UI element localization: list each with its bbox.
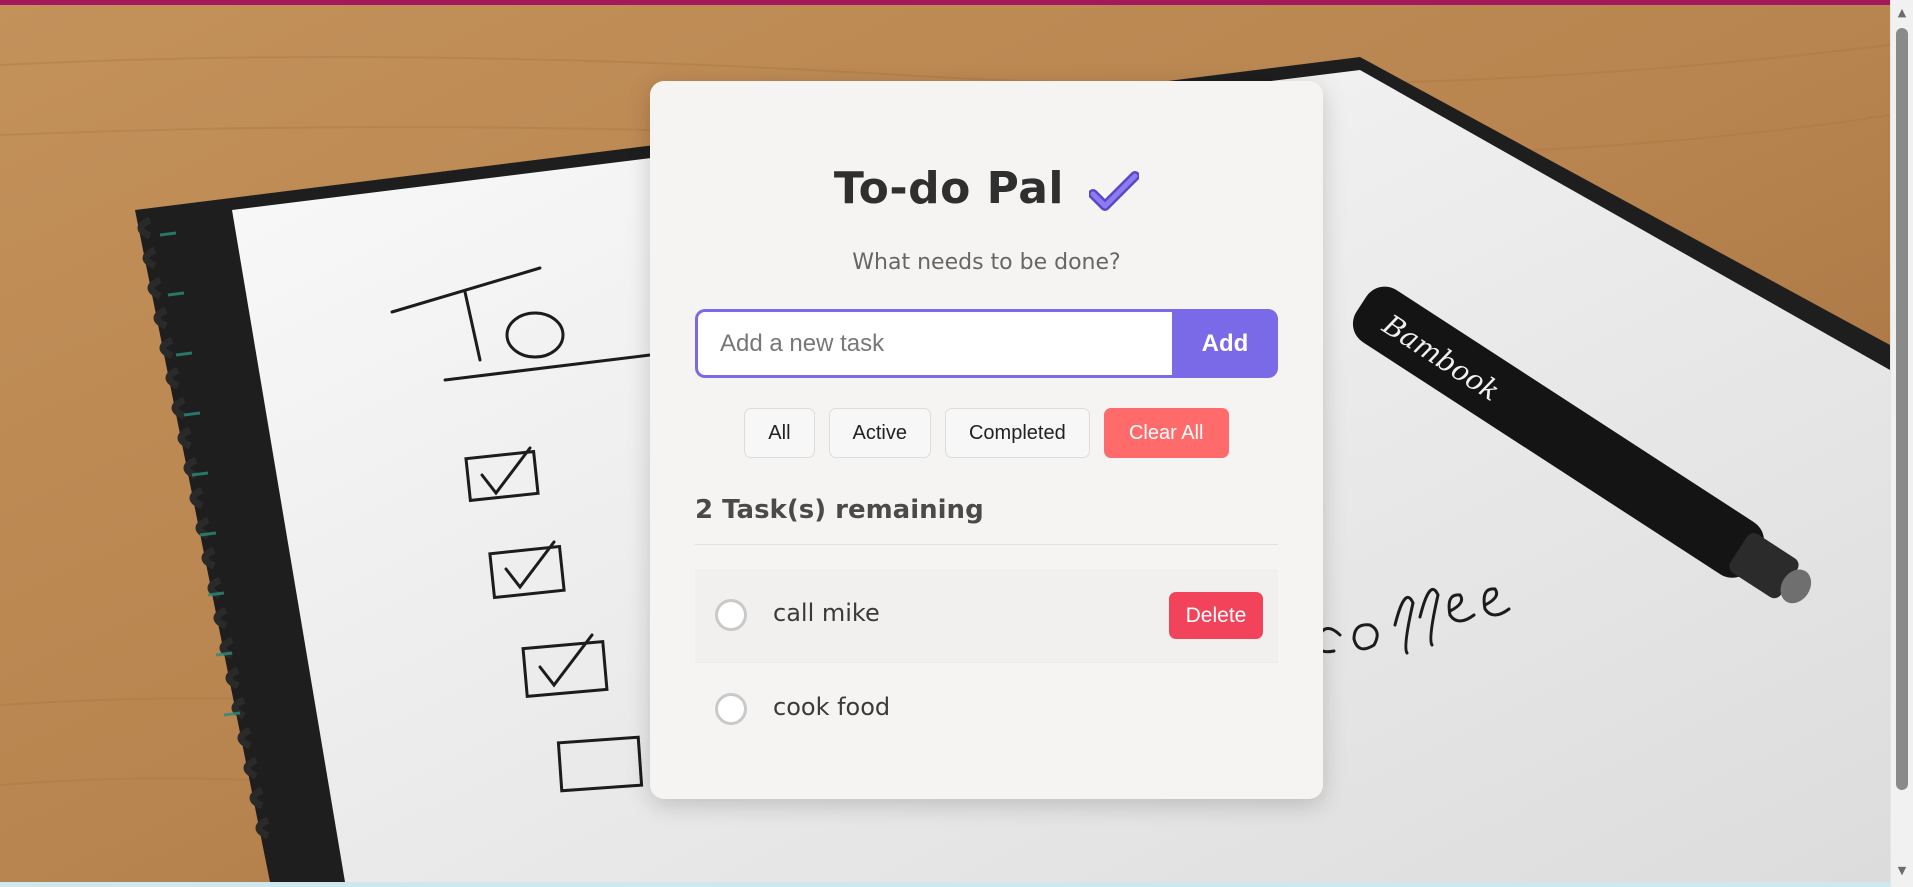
todo-card: To-do Pal What needs to be done? Add All… xyxy=(650,81,1323,799)
add-task-form: Add xyxy=(695,309,1278,378)
task-complete-toggle[interactable] xyxy=(715,599,747,631)
tasks-remaining-count: 2 Task(s) remaining xyxy=(695,495,984,525)
scroll-thumb[interactable] xyxy=(1896,28,1908,790)
filter-completed-button[interactable]: Completed xyxy=(944,408,1090,458)
filter-active-button[interactable]: Active xyxy=(828,408,931,458)
title-row: To-do Pal xyxy=(650,163,1323,214)
subtitle: What needs to be done? xyxy=(852,250,1121,275)
task-item[interactable]: call mike Delete xyxy=(695,569,1278,663)
filter-bar: All Active Completed Clear All xyxy=(650,408,1323,458)
check-mark-icon xyxy=(1088,170,1141,212)
filter-all-button[interactable]: All xyxy=(744,408,815,458)
vertical-scrollbar[interactable]: ▲ ▼ xyxy=(1890,0,1913,887)
app-title: To-do Pal xyxy=(833,163,1064,214)
task-text: call mike xyxy=(773,599,880,627)
add-button[interactable]: Add xyxy=(1172,309,1278,378)
scroll-up-arrow-icon[interactable]: ▲ xyxy=(1891,4,1913,22)
task-item[interactable]: cook food xyxy=(695,663,1278,757)
scroll-down-arrow-icon[interactable]: ▼ xyxy=(1891,862,1913,880)
task-list: call mike Delete cook food xyxy=(695,569,1278,757)
new-task-input[interactable] xyxy=(695,309,1172,378)
divider xyxy=(695,544,1278,545)
delete-task-button[interactable]: Delete xyxy=(1169,592,1263,639)
bottom-strip xyxy=(0,882,1913,887)
clear-all-button[interactable]: Clear All xyxy=(1103,408,1229,458)
task-text: cook food xyxy=(773,693,891,721)
task-complete-toggle[interactable] xyxy=(715,693,747,725)
